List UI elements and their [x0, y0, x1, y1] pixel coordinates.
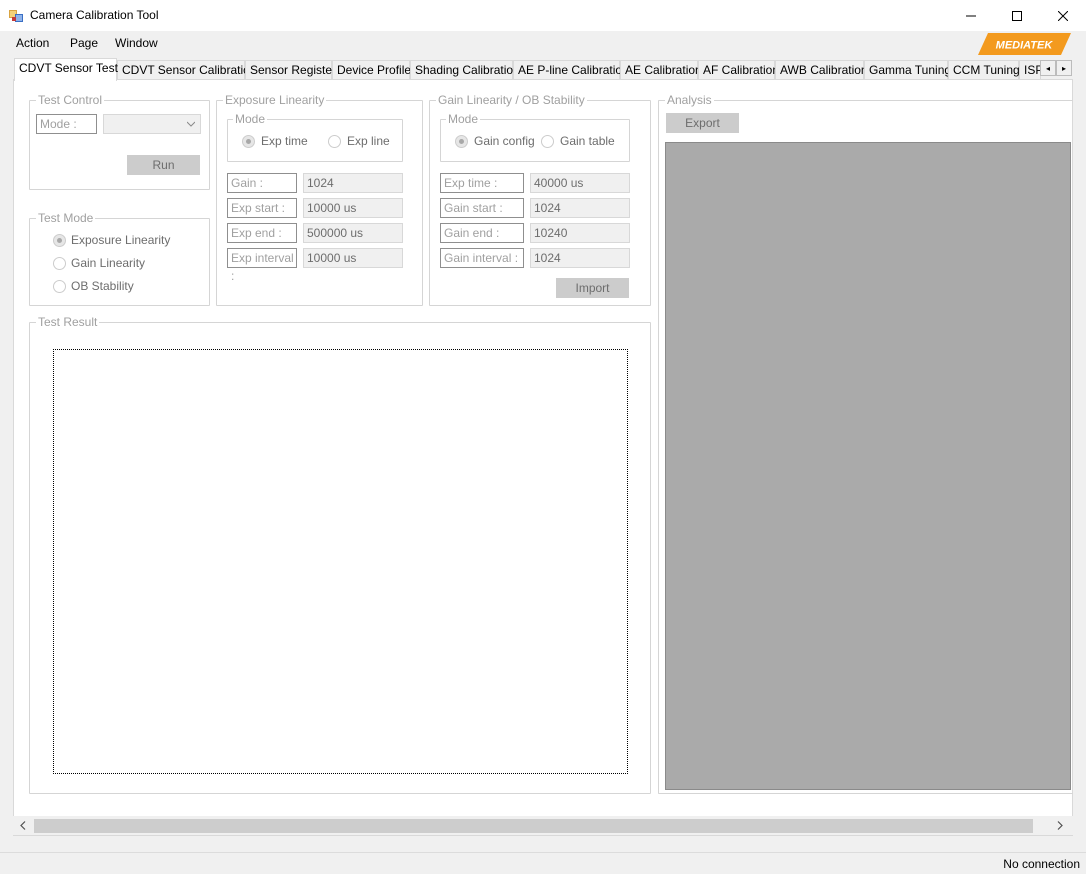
exp-time-label: Exp time	[261, 134, 308, 148]
test-result-group: Test Result	[29, 315, 651, 794]
test-mode-legend: Test Mode	[36, 211, 96, 225]
radio-indicator	[455, 135, 468, 148]
gain-mode-legend: Mode	[446, 112, 481, 126]
radio-indicator	[541, 135, 554, 148]
tab-scroll-buttons: ◂ ▸	[1040, 60, 1072, 76]
tab-gamma-tuning[interactable]: Gamma Tuning	[864, 60, 951, 80]
analysis-group: Analysis Export	[658, 93, 1073, 794]
tab-shading-calibration[interactable]: Shading Calibration	[410, 60, 520, 80]
gain-interval-label: Gain interval :	[440, 248, 524, 268]
tab-ae-calibration[interactable]: AE Calibration	[620, 60, 702, 80]
maximize-icon	[1012, 10, 1022, 21]
run-button[interactable]: Run	[127, 155, 200, 175]
radio-indicator	[328, 135, 341, 148]
exp-interval-input[interactable]: 10000 us	[303, 248, 403, 268]
logo-text: MEDIATEK	[996, 40, 1054, 52]
gain-label: Gain :	[227, 173, 297, 193]
exposure-linearity-label: Exposure Linearity	[71, 233, 171, 247]
status-bar: No connection	[0, 852, 1086, 874]
maximize-button[interactable]	[994, 0, 1040, 31]
tab-af-calibration[interactable]: AF Calibration	[698, 60, 779, 80]
horizontal-scroll-thumb[interactable]	[34, 819, 1033, 833]
menu-window[interactable]: Window	[115, 35, 158, 51]
app-icon	[9, 10, 23, 22]
gain-mode-group: Mode Gain config Gain table	[440, 112, 630, 162]
minimize-button[interactable]	[948, 0, 994, 31]
status-text: No connection	[1003, 857, 1080, 871]
scroll-left-icon[interactable]	[20, 821, 26, 830]
tab-scroll-left-button[interactable]: ◂	[1040, 60, 1056, 76]
gain-table-label: Gain table	[560, 134, 615, 148]
test-result-area	[53, 349, 628, 774]
gain-config-label: Gain config	[474, 134, 535, 148]
exposure-mode-legend: Mode	[233, 112, 268, 126]
exp-time-label-box: Exp time :	[440, 173, 524, 193]
close-icon	[1058, 10, 1068, 21]
test-result-legend: Test Result	[36, 315, 100, 329]
exp-end-input[interactable]: 500000 us	[303, 223, 403, 243]
gain-input[interactable]: 1024	[303, 173, 403, 193]
gain-interval-input[interactable]: 1024	[530, 248, 630, 268]
radio-indicator	[53, 234, 66, 247]
tab-ccm-tuning[interactable]: CCM Tuning	[948, 60, 1020, 80]
minimize-icon	[966, 15, 976, 16]
analysis-legend: Analysis	[665, 93, 714, 107]
gain-end-input[interactable]: 10240	[530, 223, 630, 243]
tab-cdvt-sensor-calibration[interactable]: CDVT Sensor Calibration	[117, 60, 257, 80]
ob-stability-label: OB Stability	[71, 279, 134, 293]
gain-linearity-label: Gain Linearity	[71, 256, 146, 270]
tab-sensor-register[interactable]: Sensor Register	[245, 60, 336, 80]
mediatek-logo: MEDIATEK	[978, 33, 1071, 55]
gain-linearity-group: Gain Linearity / OB Stability Mode Gain …	[429, 93, 651, 306]
mode-label: Mode :	[36, 114, 97, 134]
tab-cdvt-sensor-test[interactable]: CDVT Sensor Test	[14, 58, 118, 81]
exposure-linearity-legend: Exposure Linearity	[223, 93, 327, 107]
title-bar: Camera Calibration Tool	[0, 0, 1086, 31]
exp-start-input[interactable]: 10000 us	[303, 198, 403, 218]
tab-isp[interactable]: ISP	[1019, 60, 1041, 80]
test-control-legend: Test Control	[36, 93, 105, 107]
tab-device-profile[interactable]: Device Profile	[332, 60, 411, 80]
close-button[interactable]	[1040, 0, 1086, 31]
test-mode-group: Test Mode Exposure Linearity Gain Linear…	[29, 211, 210, 306]
menu-bar: Action Page Window	[0, 31, 1086, 55]
radio-indicator	[53, 280, 66, 293]
exp-line-label: Exp line	[347, 134, 390, 148]
exp-interval-label: Exp interval :	[227, 248, 297, 283]
export-button[interactable]: Export	[666, 113, 739, 133]
import-button[interactable]: Import	[556, 278, 629, 298]
menu-action[interactable]: Action	[16, 35, 49, 51]
exposure-mode-group: Mode Exp time Exp line	[227, 112, 403, 162]
exp-start-label: Exp start :	[227, 198, 297, 218]
mode-select[interactable]	[103, 114, 201, 134]
radio-indicator	[242, 135, 255, 148]
window-title: Camera Calibration Tool	[30, 8, 159, 22]
exposure-linearity-group: Exposure Linearity Mode Exp time Exp lin…	[216, 93, 423, 306]
chevron-down-icon	[187, 121, 195, 127]
exp-time-input[interactable]: 40000 us	[530, 173, 630, 193]
radio-indicator	[53, 257, 66, 270]
gain-start-label: Gain start :	[440, 198, 524, 218]
gain-end-label: Gain end :	[440, 223, 524, 243]
scroll-right-icon[interactable]	[1057, 821, 1063, 830]
tab-ae-pline-calibration[interactable]: AE P-line Calibration	[513, 60, 629, 80]
tab-awb-calibration[interactable]: AWB Calibration	[775, 60, 868, 80]
test-control-group: Test Control Mode : Run	[29, 93, 210, 190]
gain-start-input[interactable]: 1024	[530, 198, 630, 218]
gain-linearity-legend: Gain Linearity / OB Stability	[436, 93, 587, 107]
menu-page[interactable]: Page	[70, 35, 98, 51]
analysis-plot-area	[665, 142, 1071, 790]
exp-end-label: Exp end :	[227, 223, 297, 243]
tab-scroll-right-button[interactable]: ▸	[1056, 60, 1072, 76]
tab-strip: CDVT Sensor Test CDVT Sensor Calibration…	[0, 58, 1086, 81]
